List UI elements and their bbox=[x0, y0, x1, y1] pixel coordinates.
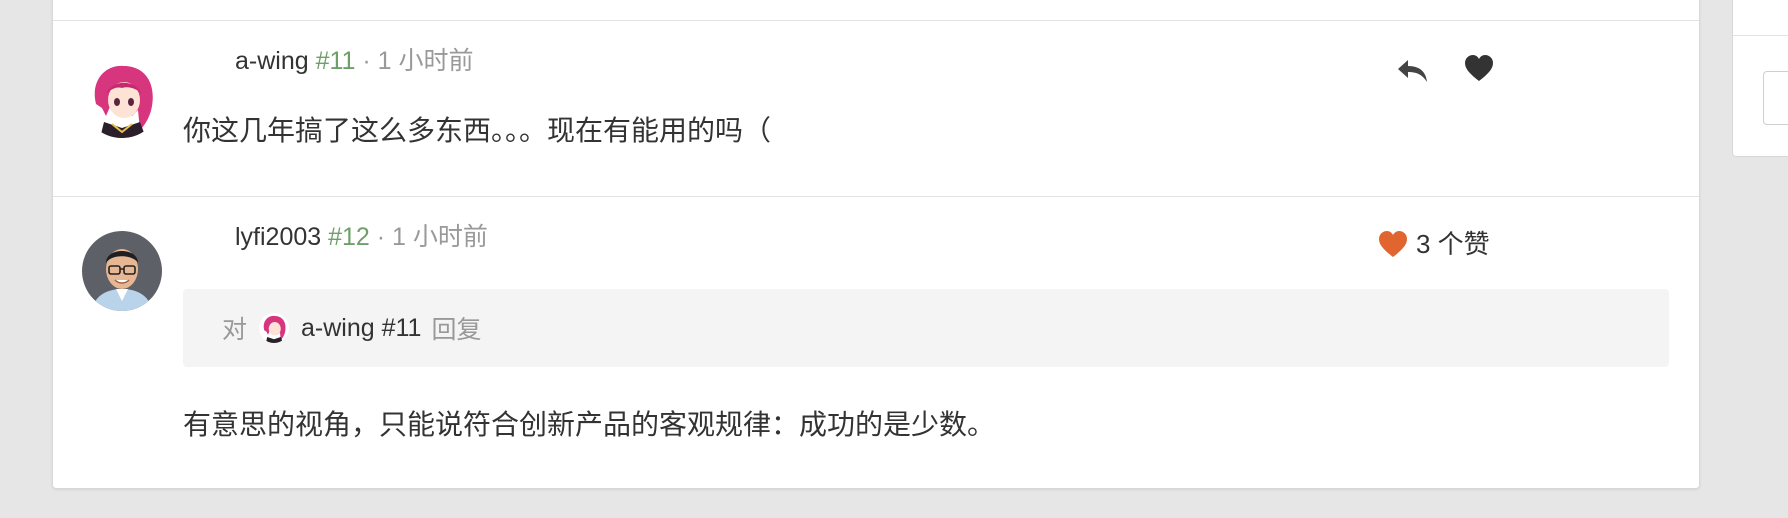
comment-meta: lyfi2003 #12 · 1 小时前 bbox=[235, 222, 488, 252]
username-link[interactable]: a-wing bbox=[235, 47, 309, 75]
heart-icon bbox=[1465, 55, 1493, 81]
anime-avatar-icon bbox=[82, 58, 162, 138]
username-link[interactable]: lyfi2003 bbox=[235, 223, 321, 251]
comment-text: 你这几年搞了这么多东西。。。现在有能用的吗（ bbox=[183, 115, 772, 146]
user-photo-avatar-icon bbox=[82, 231, 162, 311]
divider bbox=[53, 20, 1699, 21]
sidebar-card bbox=[1732, 0, 1788, 157]
anime-avatar-icon bbox=[259, 313, 290, 343]
timestamp: · 1 小时前 bbox=[369, 223, 488, 251]
like-count-label: 3 个赞 bbox=[1416, 229, 1490, 259]
floor-number-link[interactable]: #12 bbox=[328, 223, 370, 251]
like-button[interactable] bbox=[1464, 54, 1494, 87]
divider bbox=[1733, 35, 1788, 36]
comment-meta: a-wing #11 · 1 小时前 bbox=[235, 46, 474, 76]
reply-suffix: 回复 bbox=[431, 316, 482, 344]
timestamp: · 1 小时前 bbox=[355, 47, 474, 75]
like-count[interactable]: 3 个赞 bbox=[1378, 229, 1490, 259]
divider bbox=[53, 196, 1699, 197]
avatar[interactable] bbox=[82, 58, 162, 138]
sidebar-input[interactable] bbox=[1763, 71, 1788, 125]
reply-prefix: 对 bbox=[222, 316, 248, 344]
comment-list: a-wing #11 · 1 小时前 你这几年搞了这么多东西。。。现在有能用的吗… bbox=[52, 0, 1700, 489]
reply-icon bbox=[1398, 60, 1427, 82]
comment-text: 有意思的视角，只能说符合创新产品的客观规律：成功的是少数。 bbox=[183, 409, 996, 440]
heart-filled-icon bbox=[1379, 231, 1407, 257]
reply-target-link[interactable]: a-wing #11 bbox=[301, 314, 421, 343]
reply-button[interactable] bbox=[1396, 56, 1430, 91]
reply-reference[interactable]: 对 a-wing #11 回复 bbox=[183, 289, 1669, 367]
avatar[interactable] bbox=[82, 231, 162, 311]
mini-avatar bbox=[259, 313, 290, 343]
floor-number-link[interactable]: #11 bbox=[316, 47, 356, 75]
